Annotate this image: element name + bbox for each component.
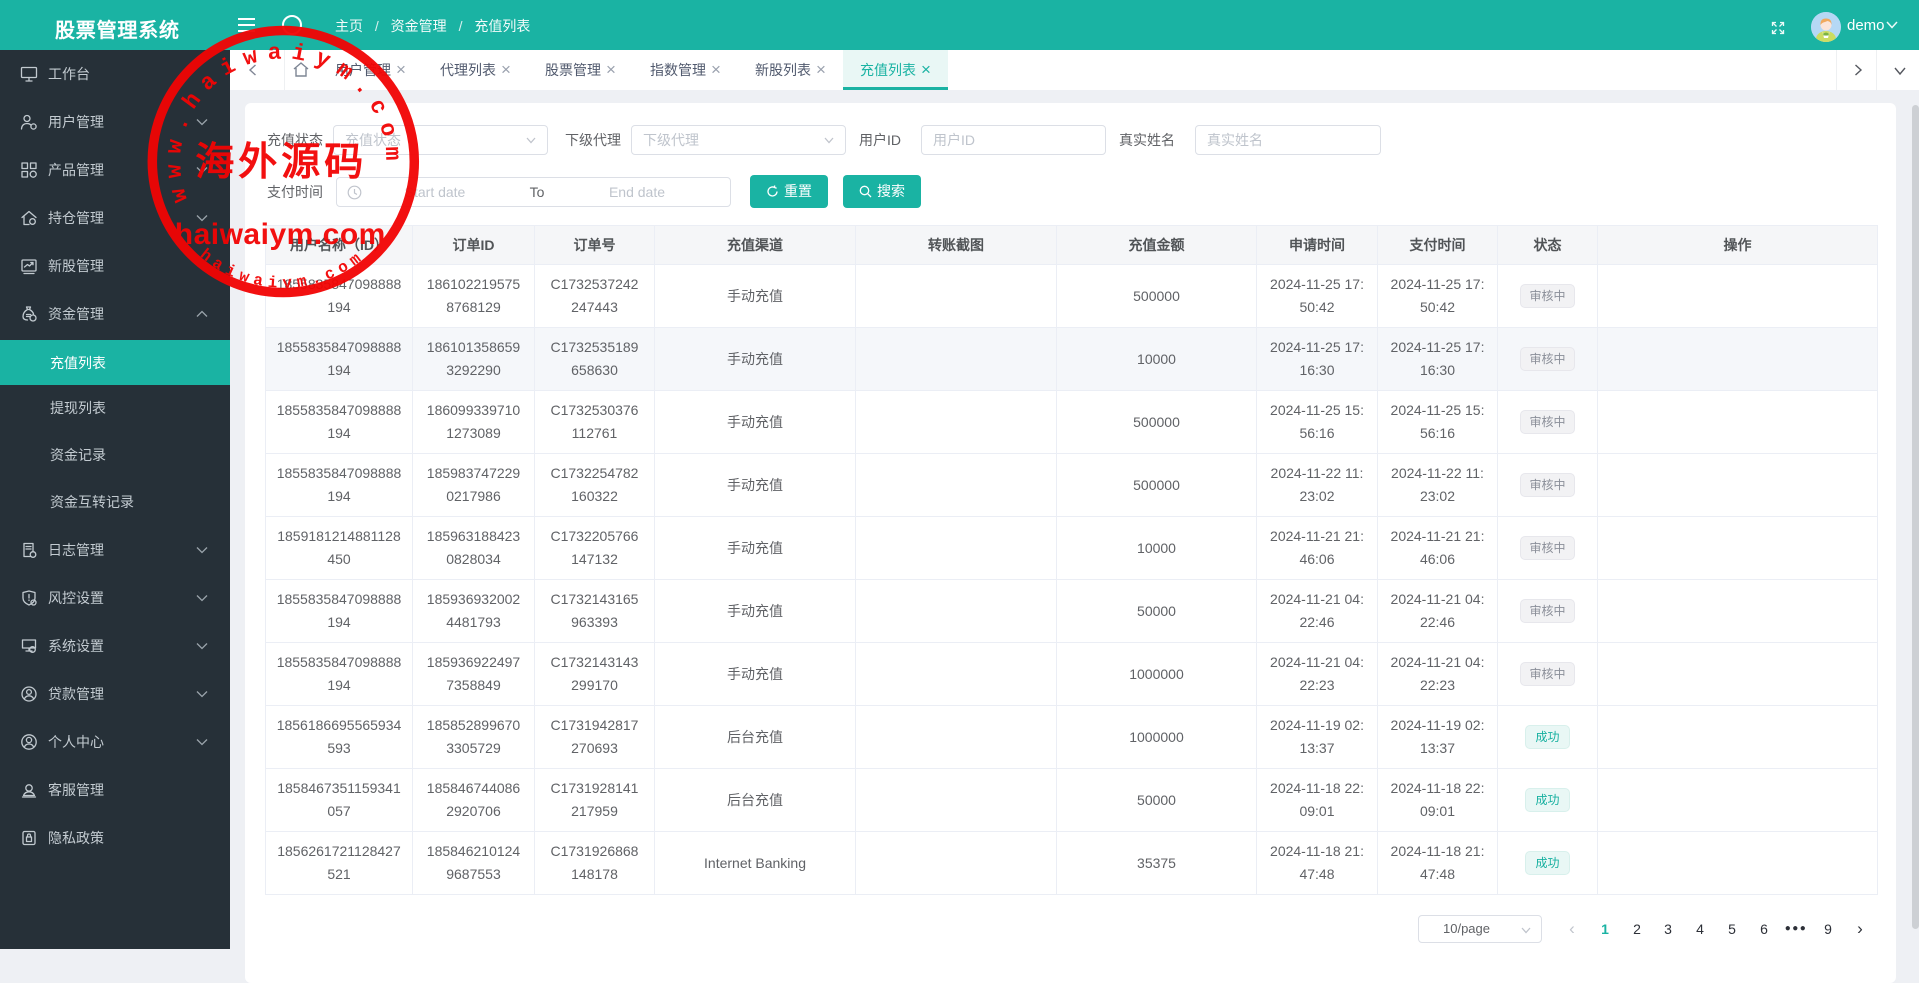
svg-text:海外源码: 海外源码 xyxy=(195,141,367,184)
svg-text:haiwaiym.com: haiwaiym.com xyxy=(196,246,369,293)
svg-text:haiwaiym.com: haiwaiym.com xyxy=(175,218,386,251)
